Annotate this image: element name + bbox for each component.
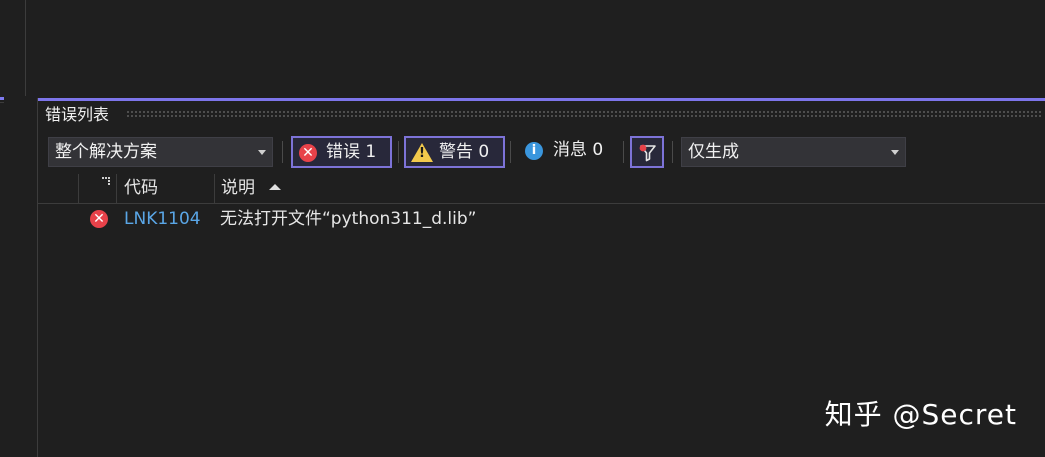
error-icon: ✕ — [90, 210, 108, 228]
category-icon — [102, 177, 110, 185]
error-list-row[interactable]: ✕ LNK1104 无法打开文件“python311_d.lib” — [38, 204, 1045, 236]
chevron-down-icon — [891, 150, 899, 155]
warning-icon: ! — [411, 143, 433, 162]
toolbar-separator — [398, 141, 399, 163]
scope-dropdown-value: 整个解决方案 — [55, 142, 157, 162]
editor-left-border — [25, 0, 26, 96]
info-icon: i — [525, 142, 543, 160]
side-tab-accent — [0, 97, 4, 100]
errors-filter-label: 错误 — [326, 142, 360, 162]
error-icon: ✕ — [299, 144, 317, 162]
column-header-row: 代码 说明 — [38, 174, 1045, 204]
messages-filter-button[interactable]: i 消息 0 — [518, 136, 610, 168]
scope-dropdown[interactable]: 整个解决方案 — [48, 137, 273, 167]
side-tab-border — [0, 102, 4, 109]
sort-ascending-icon — [269, 184, 281, 190]
funnel-filter-icon — [638, 143, 658, 173]
panel-drag-grip[interactable] — [126, 110, 1042, 118]
chevron-down-icon — [258, 150, 266, 155]
messages-filter-label: 消息 — [553, 140, 587, 160]
toolbar-separator — [282, 141, 283, 163]
warnings-filter-label: 警告 — [439, 142, 473, 162]
warnings-filter-button[interactable]: ! 警告 0 — [404, 136, 505, 168]
panel-active-indicator — [38, 98, 1045, 101]
error-list-toolbar: 整个解决方案 ✕ 错误 1 ! 警告 0 i 消息 0 仅生成 — [38, 134, 1045, 170]
warnings-filter-count: 0 — [478, 142, 490, 162]
column-divider[interactable] — [214, 174, 215, 204]
panel-title[interactable]: 错误列表 — [45, 104, 116, 126]
errors-filter-count: 1 — [365, 142, 377, 162]
build-source-dropdown-value: 仅生成 — [688, 142, 739, 162]
toolbar-separator — [623, 141, 624, 163]
column-divider[interactable] — [116, 174, 117, 204]
error-code-link[interactable]: LNK1104 — [124, 204, 201, 234]
filter-toggle-button[interactable] — [630, 136, 664, 168]
column-divider[interactable] — [78, 174, 79, 204]
column-header-code[interactable]: 代码 — [124, 174, 158, 204]
column-header-description[interactable]: 说明 — [221, 174, 255, 204]
toolbar-separator — [672, 141, 673, 163]
build-source-dropdown[interactable]: 仅生成 — [681, 137, 906, 167]
toolbar-separator — [510, 141, 511, 163]
watermark: 知乎 @Secret — [824, 398, 1017, 431]
error-description: 无法打开文件“python311_d.lib” — [220, 209, 477, 229]
errors-filter-button[interactable]: ✕ 错误 1 — [291, 136, 392, 168]
messages-filter-count: 0 — [592, 140, 604, 160]
